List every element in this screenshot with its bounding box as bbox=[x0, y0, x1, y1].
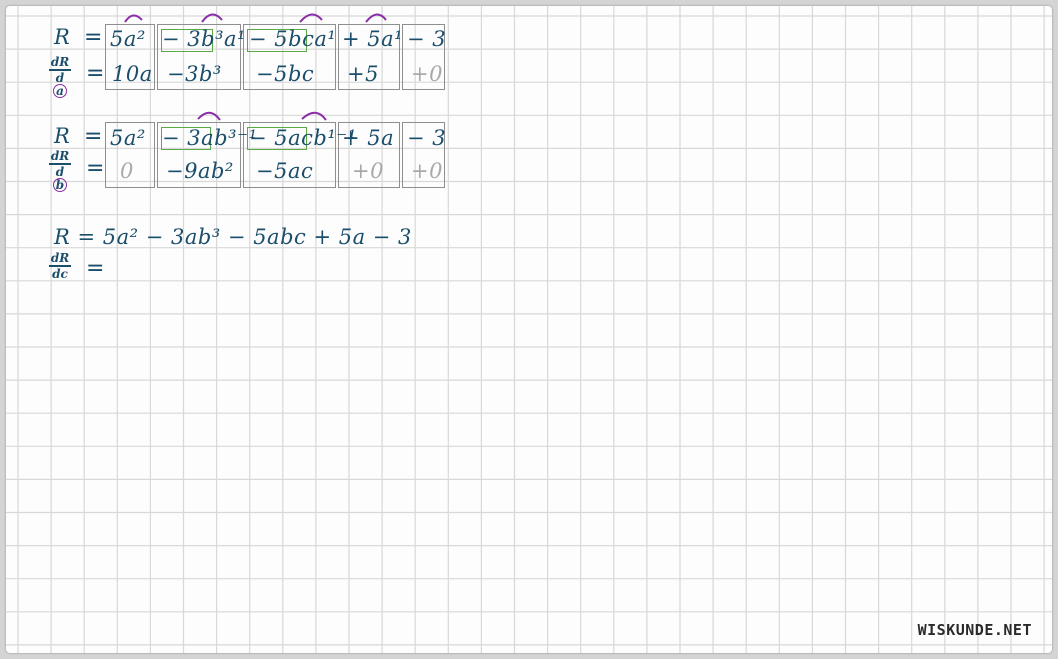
exponent-arrow bbox=[301, 111, 327, 121]
exponent-arrow bbox=[197, 111, 221, 121]
exponent-arrows bbox=[124, 13, 387, 121]
exponent-arrow bbox=[365, 13, 387, 23]
exponent-arrow bbox=[124, 14, 143, 23]
exponent-arrow bbox=[299, 13, 323, 23]
exponent-arrow bbox=[201, 13, 223, 23]
brand-logo: WISKUNDE.NET bbox=[917, 621, 1032, 639]
whiteboard: R = dR da = 5a² − 3b³a¹ − 5bca¹ + 5a¹ − … bbox=[6, 6, 1052, 653]
